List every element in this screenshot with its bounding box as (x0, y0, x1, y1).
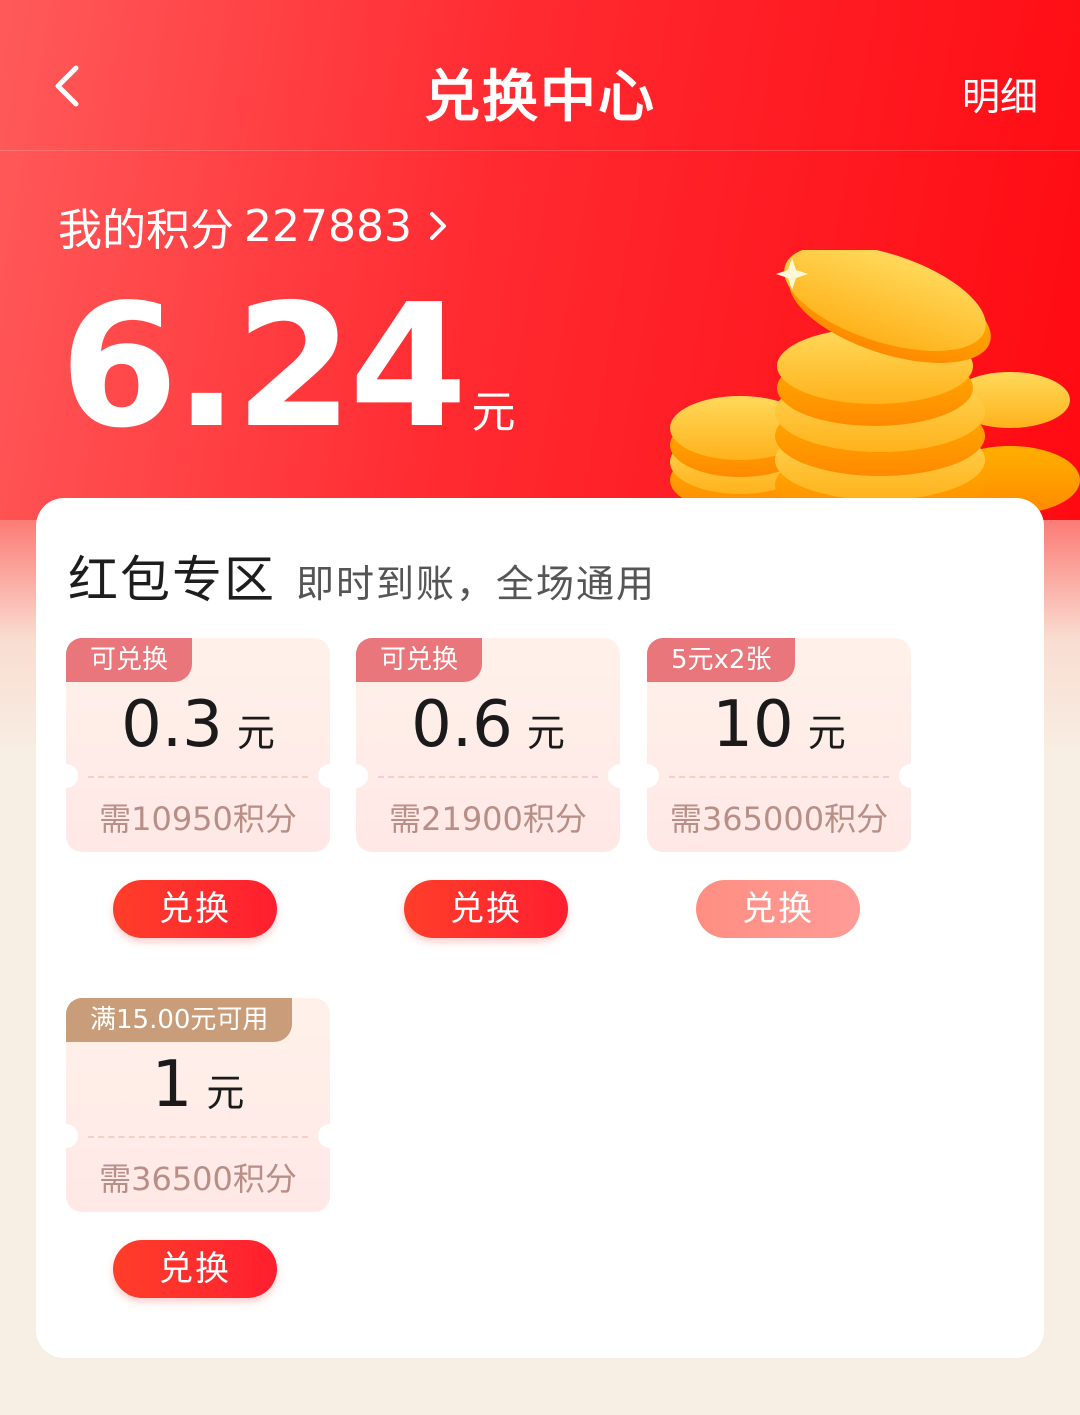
coupon-notch (899, 764, 923, 788)
coupon-tag: 可兑换 (66, 638, 193, 682)
coupon-divider (378, 776, 598, 778)
exchange-button[interactable]: 兑换 (113, 1240, 277, 1298)
balance-amount: 6.24 (60, 268, 467, 466)
exchange-button[interactable]: 兑换 (404, 880, 568, 938)
detail-link[interactable]: 明细 (962, 66, 1038, 121)
coupon-notch (344, 764, 368, 788)
coupon-points-required: 需365000积分 (669, 800, 889, 838)
coupon-value: 1 元 (66, 1048, 330, 1122)
coupon-amount: 0.3 (121, 688, 223, 762)
coupon-value: 10 元 (647, 688, 911, 762)
coupon-divider (669, 776, 889, 778)
chevron-right-icon (429, 212, 446, 240)
coupon-card: 可兑换 0.6 元 需21900积分 (344, 638, 632, 852)
coupon-value: 0.6 元 (356, 688, 620, 762)
coupon-tag: 可兑换 (356, 638, 483, 682)
coupon-unit: 元 (526, 711, 565, 755)
gold-coins-illustration (670, 250, 1080, 520)
coupon-divider (88, 776, 308, 778)
section-subtitle: 即时到账，全场通用 (296, 562, 657, 606)
coupon-card: 可兑换 0.3 元 需10950积分 (54, 638, 342, 852)
page-title: 兑换中心 (424, 65, 656, 130)
section-header: 红包专区 即时到账，全场通用 (68, 540, 656, 612)
coupon-points-required: 需36500积分 (99, 1160, 297, 1198)
red-packet-section: 红包专区 即时到账，全场通用 可兑换 0.3 元 需10950积分 兑换 可兑换… (36, 498, 1044, 1358)
balance-unit: 元 (471, 387, 516, 438)
points-label: 我的积分 (58, 205, 234, 256)
coupon-divider (88, 1136, 308, 1138)
coupon-unit: 元 (236, 711, 275, 755)
coupon-notch (635, 764, 659, 788)
points-value: 227883 (244, 200, 412, 252)
coupon-notch (608, 764, 632, 788)
coupon-amount: 10 (712, 688, 794, 762)
coupon-notch (318, 1124, 342, 1148)
exchange-button-disabled[interactable]: 兑换 (696, 880, 860, 938)
coupon-card: 满15.00元可用 1 元 需36500积分 (54, 998, 342, 1212)
coupon-notch (54, 764, 78, 788)
coupon-unit: 元 (206, 1071, 245, 1115)
my-points-link[interactable]: 我的积分 227883 (58, 194, 456, 258)
coupon-tag: 满15.00元可用 (66, 998, 293, 1042)
coupon-card: 5元x2张 10 元 需365000积分 (635, 638, 923, 852)
top-navigation: 兑换中心 明细 (0, 0, 1080, 151)
coupon-tag: 5元x2张 (647, 638, 796, 682)
coupon-notch (318, 764, 342, 788)
coupon-value: 0.3 元 (66, 688, 330, 762)
coupon-notch (54, 1124, 78, 1148)
coupon-points-required: 需10950积分 (99, 800, 297, 838)
coupon-unit: 元 (807, 711, 846, 755)
coupon-amount: 1 (151, 1048, 193, 1122)
coupon-amount: 0.6 (411, 688, 513, 762)
exchange-button[interactable]: 兑换 (113, 880, 277, 938)
cash-balance: 6.24 元 (60, 282, 515, 452)
section-title: 红包专区 (68, 551, 276, 609)
coupon-points-required: 需21900积分 (389, 800, 587, 838)
